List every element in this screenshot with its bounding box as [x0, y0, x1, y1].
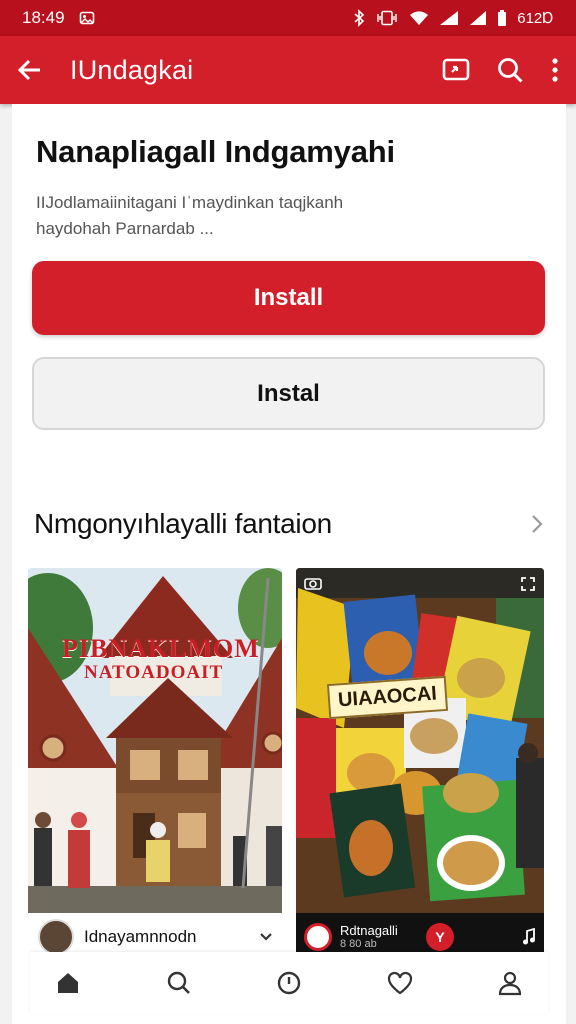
section-title: Nmgonyıhlayalli fantaion [34, 508, 332, 539]
app-description: IIJodlamaiinitagani Iˈmaydinkan taqjkanh… [36, 190, 456, 242]
cast-icon [442, 58, 470, 81]
tab-activity[interactable] [276, 970, 302, 996]
status-time: 18:49 [22, 8, 65, 27]
gallery-icon [79, 10, 95, 26]
search-button[interactable] [496, 56, 524, 84]
status-bar: 18:49 612Ɒ [0, 0, 576, 36]
more-button[interactable] [550, 56, 560, 84]
battery-text: 612Ɒ [517, 10, 554, 27]
tab-favorites[interactable] [387, 971, 413, 995]
chevron-right-icon [530, 513, 544, 535]
media-tile-2[interactable]: UIAAOCAI Rdtnagalli 8 80 ab Y [296, 568, 544, 960]
media-tile-1[interactable]: PIBNAKLMOM NATOADOAIT Idnayamnnodn [28, 568, 282, 960]
arrow-left-icon [17, 59, 40, 81]
avatar [304, 922, 332, 951]
music-note-icon[interactable] [522, 927, 536, 946]
heart-icon [387, 971, 412, 995]
cast-button[interactable] [442, 57, 470, 83]
tile-1-overlay-title: PIBNAKLMOM [62, 634, 260, 663]
bottom-tab-bar [30, 952, 548, 1014]
expand-icon[interactable] [520, 576, 536, 592]
tab-home[interactable] [55, 970, 81, 996]
house-image: PIBNAKLMOM NATOADOAIT [28, 568, 282, 913]
app-bar-title: IUndagkai [70, 54, 194, 85]
tile-2-badge[interactable]: Y [426, 922, 454, 951]
app-title: Nanapliagall Indgamyahi [36, 134, 395, 169]
signal-icon-2 [469, 10, 487, 26]
back-button[interactable] [16, 56, 44, 84]
chevron-down-icon[interactable] [260, 932, 272, 941]
description-line-1: IIJodlamaiinitagani Iˈmaydinkan taqjkanh [36, 193, 344, 212]
profile-icon [498, 971, 522, 996]
vibrate-icon [375, 10, 399, 26]
tile-1-overlay-subtitle: NATOADOAIT [84, 662, 224, 683]
signal-icon [439, 10, 459, 26]
app-bar: IUndagkai [0, 36, 576, 104]
secondary-install-button[interactable]: Instal [32, 357, 545, 430]
home-icon [58, 973, 78, 993]
bluetooth-icon [353, 9, 365, 27]
description-line-2: haydohah Parnardab ... [36, 219, 214, 238]
clock-icon [277, 971, 301, 995]
camera-icon [304, 576, 322, 590]
snacks-image: UIAAOCAI [296, 568, 544, 913]
wifi-icon [409, 10, 429, 26]
search-icon [167, 971, 190, 994]
tab-search[interactable] [166, 970, 192, 996]
install-button[interactable]: Install [32, 261, 545, 335]
section-header[interactable]: Nmgonyıhlayalli fantaion [34, 500, 544, 548]
tile-2-subtitle: 8 80 ab [340, 938, 377, 950]
search-icon [498, 58, 523, 83]
battery-icon [497, 9, 507, 27]
app-detail-card: Nanapliagall Indgamyahi IIJodlamaiinitag… [12, 104, 566, 1024]
more-vertical-icon [552, 58, 558, 82]
tile-1-author: Idnayamnnodn [84, 926, 197, 946]
avatar [38, 918, 74, 955]
tile-2-author: Rdtnagalli [340, 923, 398, 938]
tab-profile[interactable] [497, 970, 523, 996]
